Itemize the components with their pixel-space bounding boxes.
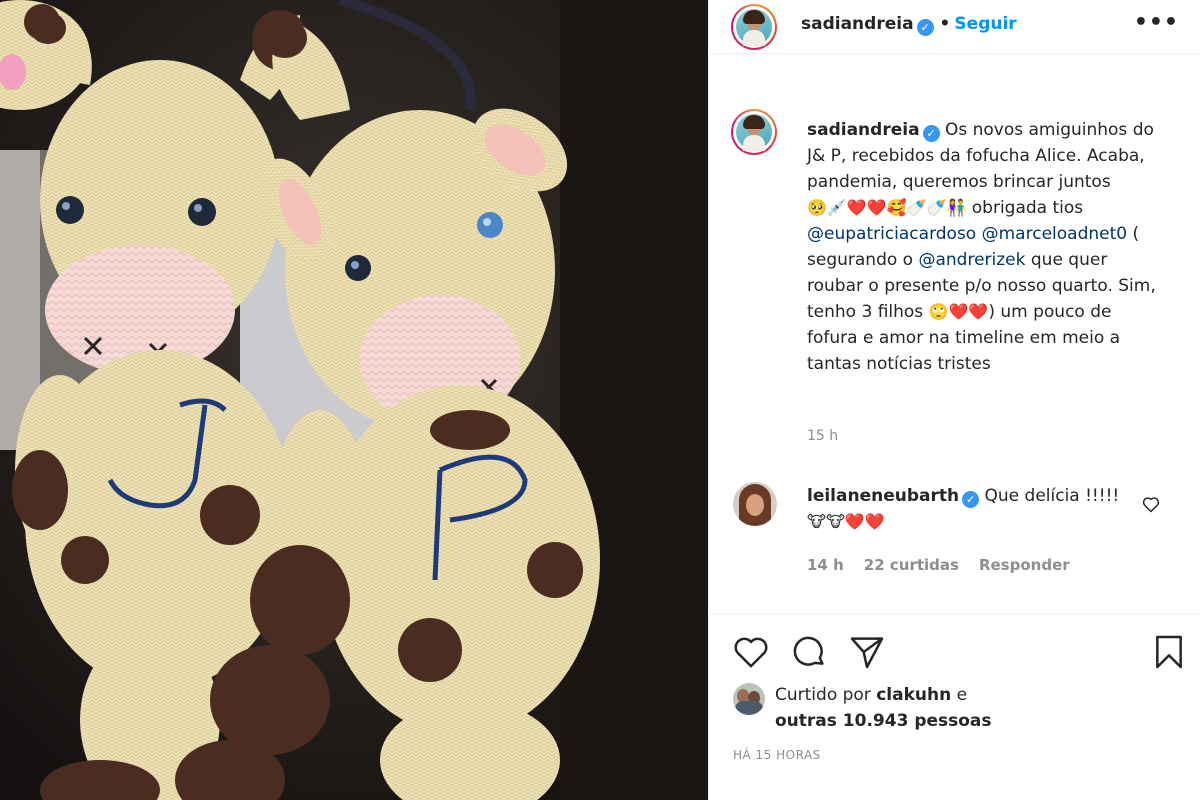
mention-link[interactable]: @eupatriciacardoso xyxy=(807,224,976,244)
verified-icon: ✓ xyxy=(962,491,980,508)
caption-avatar[interactable] xyxy=(731,109,777,155)
comment-heart-icon[interactable] xyxy=(1141,494,1161,514)
post-timestamp[interactable]: HÁ 15 HORAS xyxy=(733,748,821,762)
verified-icon: ✓ xyxy=(916,19,934,36)
liked-prefix: Curtido por xyxy=(775,685,871,705)
comment-meta: 14 h 22 curtidas Responder xyxy=(807,556,1090,574)
username-link[interactable]: sadiandreia xyxy=(801,14,914,34)
caption-emojis-1: 🥺💉❤️❤️🥰🍼🍼👫 xyxy=(807,198,967,217)
mention-link[interactable]: @andrerizek xyxy=(918,250,1025,270)
liked-conj: e xyxy=(956,685,968,705)
separator-dot: • xyxy=(939,14,951,34)
caption-emojis-2: 🙄❤️❤️ xyxy=(928,302,989,321)
post-sidebar: sadiandreia ✓ • Seguir ••• sadiandreia ✓ Os … xyxy=(708,0,1200,800)
more-icon[interactable]: ••• xyxy=(1134,10,1179,35)
liker-avatar[interactable] xyxy=(733,683,765,715)
avatar[interactable] xyxy=(731,4,777,50)
liked-others[interactable]: outras 10.943 pessoas xyxy=(775,711,992,731)
comment-likes[interactable]: 22 curtidas xyxy=(864,556,959,574)
post-header: sadiandreia ✓ • Seguir ••• xyxy=(709,0,1200,54)
comment-username[interactable]: leilaneneubarth xyxy=(807,486,959,506)
comment-avatar[interactable] xyxy=(733,482,777,526)
caption-username[interactable]: sadiandreia xyxy=(807,120,920,140)
share-icon[interactable] xyxy=(847,632,887,672)
caption-time[interactable]: 15 h xyxy=(807,428,838,444)
mention-link[interactable]: @marceloadnet0 xyxy=(982,224,1127,244)
liked-by: Curtido por clakuhn e outras 10.943 pess… xyxy=(775,682,992,734)
reply-button[interactable]: Responder xyxy=(979,556,1070,574)
header-user: sadiandreia ✓ • Seguir xyxy=(801,14,1017,36)
comment-time[interactable]: 14 h xyxy=(807,556,844,574)
post-photo[interactable] xyxy=(0,0,708,800)
liker-username[interactable]: clakuhn xyxy=(876,685,951,705)
comment-icon[interactable] xyxy=(789,632,829,672)
caption-text-2: obrigada tios xyxy=(971,198,1084,218)
comment: leilaneneubarth ✓ Que delícia !!!!! 🐮🐮❤️❤️ xyxy=(807,483,1137,535)
heart-icon[interactable] xyxy=(731,632,771,672)
verified-icon: ✓ xyxy=(922,125,940,142)
crochet-giraffes-image xyxy=(0,0,708,800)
follow-button[interactable]: Seguir xyxy=(954,14,1016,34)
comment-emojis: 🐮🐮❤️❤️ xyxy=(807,512,885,531)
bookmark-icon[interactable] xyxy=(1149,632,1189,672)
post-caption: sadiandreia ✓ Os novos amiguinhos do J& P… xyxy=(807,117,1167,377)
comment-text: Que delícia !!!!! xyxy=(984,486,1120,506)
